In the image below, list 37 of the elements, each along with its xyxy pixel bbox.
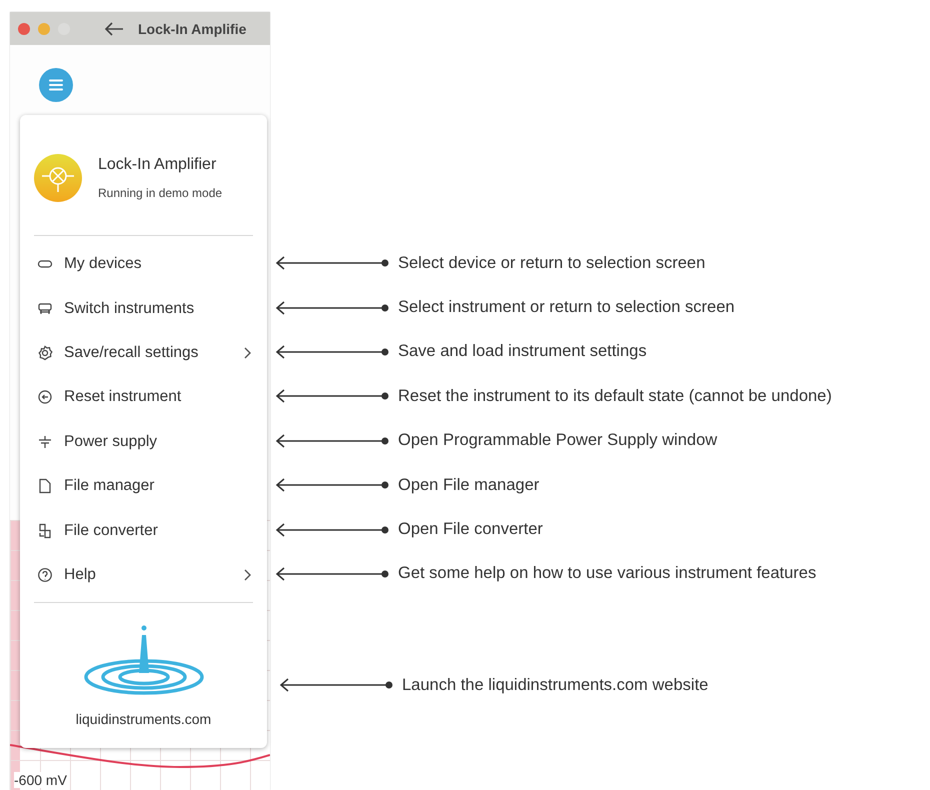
- annotation-text: Select instrument or return to selection screen: [398, 298, 735, 318]
- help-icon: [37, 566, 53, 583]
- instrument-icon: [37, 300, 53, 317]
- menu-item[interactable]: Save/recall settings: [20, 330, 267, 376]
- annotation-text: Launch the liquidinstruments.com website: [402, 676, 708, 695]
- menu-item[interactable]: Switch instruments: [20, 286, 267, 331]
- power-icon: [37, 434, 53, 450]
- instrument-icon: [34, 154, 82, 202]
- website-link[interactable]: liquidinstruments.com: [76, 711, 212, 728]
- annotation-text: Select device or return to selection screen: [398, 254, 706, 273]
- chevron-icon: [243, 346, 251, 359]
- menu-subtitle: Running in demo mode: [98, 186, 222, 200]
- close-button[interactable]: [18, 22, 30, 34]
- annotation-text: Get some help on how to use various instrument features: [398, 564, 816, 584]
- menu-item[interactable]: File converter: [20, 508, 267, 553]
- menu-button[interactable]: [39, 68, 73, 102]
- reset-icon: [37, 389, 53, 406]
- settings-icon: [37, 344, 53, 361]
- menu-title: Lock-In Amplifier: [98, 156, 218, 174]
- menu-item[interactable]: Power supply: [20, 420, 267, 464]
- chevron-icon: [243, 568, 251, 581]
- menu-item[interactable]: Help: [20, 552, 267, 598]
- menu-icon: [49, 79, 63, 91]
- annotation-text: Open File converter: [398, 520, 543, 540]
- menu-item[interactable]: File manager: [20, 464, 267, 508]
- file-convert-icon: [37, 522, 53, 539]
- back-arrow-icon[interactable]: [104, 22, 124, 36]
- annotation-text: Reset the instrument to its default state (cannot be undone): [398, 386, 832, 406]
- minimize-button[interactable]: [38, 22, 50, 34]
- file-icon: [37, 478, 53, 494]
- annotation-text: Save and load instrument settings: [398, 342, 647, 362]
- axis-label: -600 mV: [14, 772, 67, 788]
- window-title: Lock-In Amplifie: [138, 20, 246, 36]
- annotation-text: Open File manager: [398, 476, 540, 495]
- menu-item[interactable]: My devices: [20, 242, 267, 286]
- menu-item[interactable]: Reset instrument: [20, 375, 267, 420]
- annotation-text: Open Programmable Power Supply window: [398, 431, 718, 450]
